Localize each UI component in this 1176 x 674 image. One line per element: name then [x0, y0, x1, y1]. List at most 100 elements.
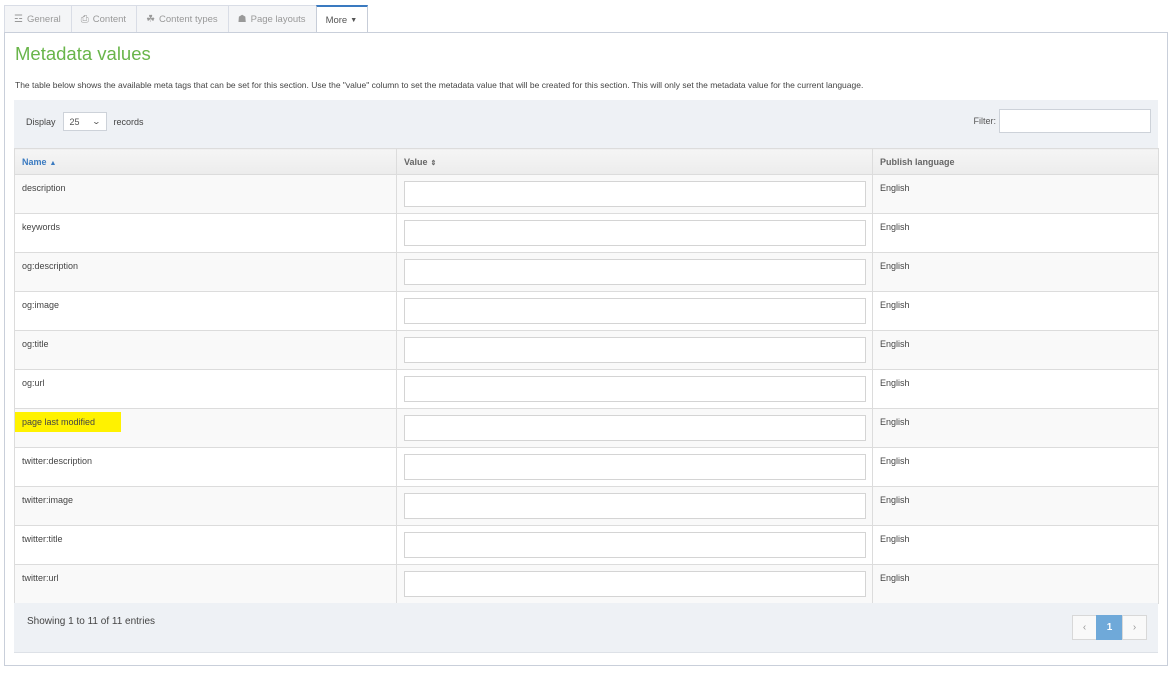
metadata-value-input[interactable] [404, 415, 866, 441]
cell-value [396, 525, 873, 565]
cell-value [396, 486, 873, 526]
table-row: og:description English [14, 252, 1159, 292]
page-size-select[interactable]: 25 ⌄ [62, 112, 107, 131]
column-label: Name [22, 156, 47, 167]
meta-name: og:description [22, 261, 79, 271]
meta-name: twitter:description [22, 456, 93, 466]
meta-name: description [22, 183, 66, 193]
column-header-value[interactable]: Value ⇕ [396, 148, 873, 175]
table-row: twitter:image English [14, 486, 1159, 526]
page-size-value: 25 [69, 116, 80, 127]
cell-name: twitter:description [14, 447, 397, 487]
next-page-button[interactable]: › [1122, 615, 1147, 640]
page-description: The table below shows the available meta… [15, 80, 864, 90]
cubes-icon: ☘ [146, 13, 156, 25]
tab-content[interactable]: ⎙ Content [70, 5, 137, 32]
cell-value [396, 447, 873, 487]
metadata-value-input[interactable] [404, 571, 866, 597]
tab-general[interactable]: ☲ General [4, 5, 71, 32]
cell-value [396, 213, 873, 253]
meta-name: twitter:image [22, 495, 74, 505]
table-row: twitter:description English [14, 447, 1159, 487]
records-label: records [113, 116, 144, 127]
tab-label: More [325, 14, 348, 26]
cell-publish-language: English [872, 213, 1159, 253]
meta-name: og:url [22, 378, 45, 388]
meta-name: keywords [22, 222, 61, 232]
cell-name: page last modified [14, 408, 397, 448]
column-header-publish-language[interactable]: Publish language [872, 148, 1159, 175]
sort-asc-icon: ▲ [49, 159, 57, 167]
page-size-control: Display 25 ⌄ records [26, 112, 144, 131]
meta-name: page last modified [15, 412, 122, 432]
caret-down-icon: ▼ [350, 16, 358, 24]
metadata-value-input[interactable] [404, 259, 866, 285]
metadata-value-input[interactable] [404, 493, 866, 519]
table-toolbar: Display 25 ⌄ records Filter: [14, 100, 1158, 148]
tab-bar: ☲ General ⎙ Content ☘ Content types ☗ Pa… [4, 5, 369, 33]
cell-name: twitter:title [14, 525, 397, 565]
sort-both-icon: ⇕ [430, 159, 437, 167]
table-row: og:title English [14, 330, 1159, 370]
tab-label: Page layouts [250, 13, 306, 25]
column-header-name[interactable]: Name ▲ [14, 148, 397, 175]
metadata-table: Name ▲ Value ⇕ Publish language descriptio… [14, 148, 1159, 604]
meta-name: twitter:url [22, 573, 59, 583]
pagination: ‹ 1 › [1072, 615, 1147, 640]
metadata-value-input[interactable] [404, 532, 866, 558]
metadata-value-input[interactable] [404, 181, 866, 207]
table-header-row: Name ▲ Value ⇕ Publish language [14, 148, 1159, 175]
column-label: Value [404, 156, 428, 167]
tab-label: Content [92, 13, 127, 25]
filter-control: Filter: [973, 109, 1151, 133]
cell-value [396, 291, 873, 331]
metadata-value-input[interactable] [404, 454, 866, 480]
cell-value [396, 174, 873, 214]
tab-content-types[interactable]: ☘ Content types [136, 5, 228, 32]
cell-publish-language: English [872, 486, 1159, 526]
page-1-button[interactable]: 1 [1096, 615, 1123, 640]
table-footer: Showing 1 to 11 of 11 entries ‹ 1 › [14, 603, 1158, 653]
metadata-value-input[interactable] [404, 220, 866, 246]
cell-value [396, 408, 873, 448]
tab-more[interactable]: More ▼ [315, 5, 369, 33]
table-row: twitter:title English [14, 525, 1159, 565]
cell-name: twitter:image [14, 486, 397, 526]
table-row: keywords English [14, 213, 1159, 253]
metadata-value-input[interactable] [404, 376, 866, 402]
filter-label: Filter: [973, 116, 997, 126]
cell-value [396, 369, 873, 409]
metadata-value-input[interactable] [404, 298, 866, 324]
table-row: twitter:url English [14, 564, 1159, 604]
cell-name: og:description [14, 252, 397, 292]
cell-publish-language: English [872, 369, 1159, 409]
meta-name: twitter:title [22, 534, 63, 544]
tab-label: Content types [159, 13, 218, 25]
tab-page-layouts[interactable]: ☗ Page layouts [227, 5, 316, 32]
cell-name: description [14, 174, 397, 214]
cell-publish-language: English [872, 408, 1159, 448]
cell-publish-language: English [872, 330, 1159, 370]
cell-name: og:image [14, 291, 397, 331]
meta-name: og:title [22, 339, 49, 349]
table-row: description English [14, 174, 1159, 214]
cell-publish-language: English [872, 252, 1159, 292]
cell-name: twitter:url [14, 564, 397, 604]
cell-publish-language: English [872, 564, 1159, 604]
chevron-down-icon: ⌄ [91, 117, 101, 126]
metadata-panel: Metadata values The table below shows th… [4, 32, 1168, 666]
cell-value [396, 252, 873, 292]
cell-value [396, 564, 873, 604]
cell-publish-language: English [872, 447, 1159, 487]
tab-label: General [26, 13, 61, 25]
table-row: og:image English [14, 291, 1159, 331]
filter-input[interactable] [999, 109, 1151, 133]
table-row: page last modified English [14, 408, 1159, 448]
previous-page-button[interactable]: ‹ [1072, 615, 1097, 640]
cell-name: og:url [14, 369, 397, 409]
meta-name: og:image [22, 300, 60, 310]
table-row: og:url English [14, 369, 1159, 409]
metadata-value-input[interactable] [404, 337, 866, 363]
column-label: Publish language [880, 156, 955, 167]
cell-publish-language: English [872, 525, 1159, 565]
